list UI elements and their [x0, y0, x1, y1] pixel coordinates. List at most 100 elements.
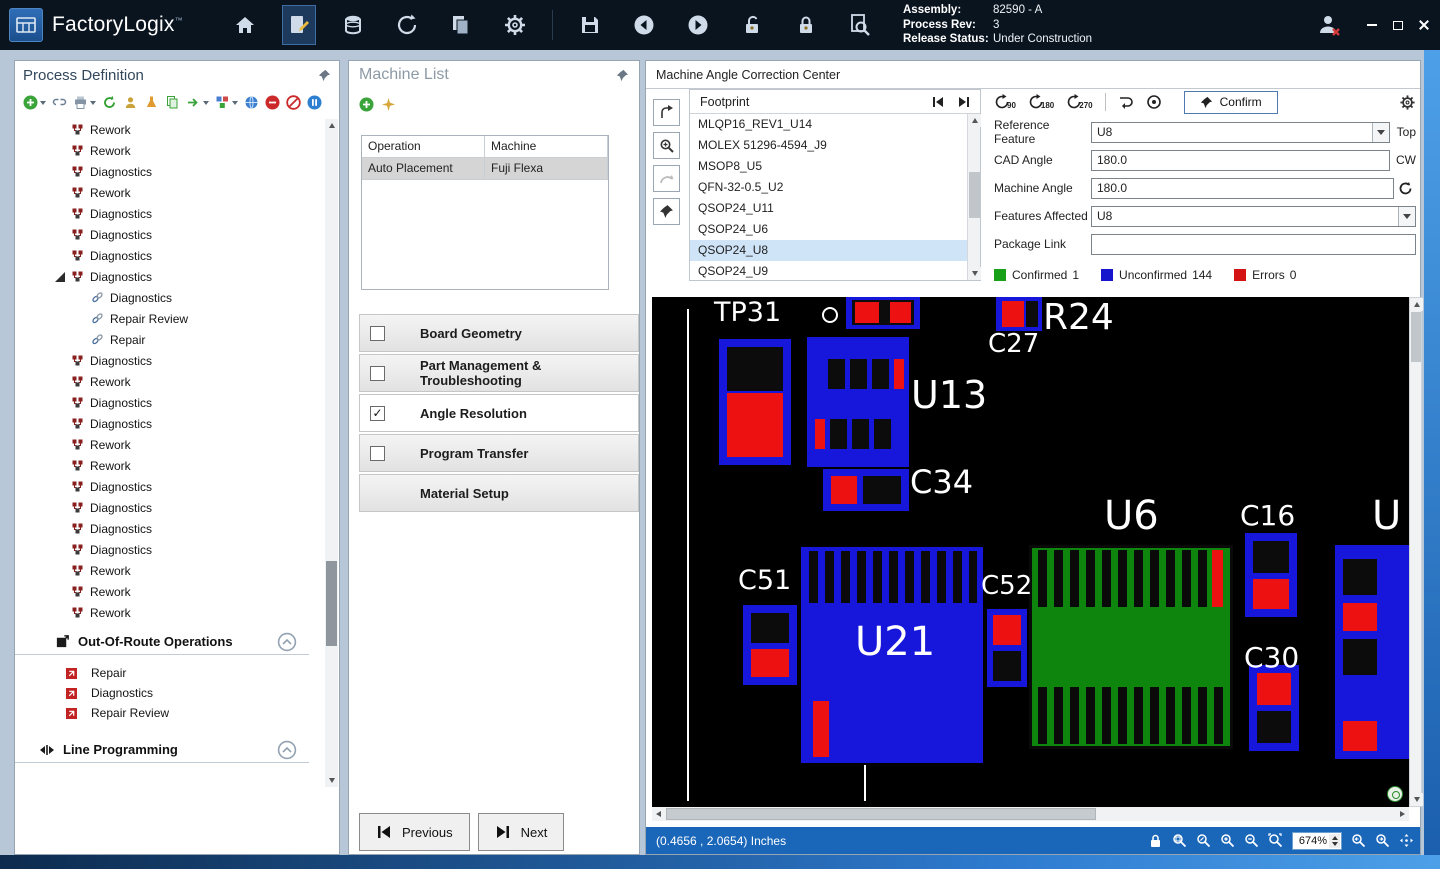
flask-icon[interactable]: [144, 95, 159, 110]
last-footprint-button[interactable]: [953, 92, 975, 111]
tree-item[interactable]: Rework: [15, 581, 327, 602]
reference-feature-select[interactable]: U8: [1091, 122, 1390, 143]
footprint-item[interactable]: QSOP24_U11: [690, 198, 967, 219]
reset-angle-icon[interactable]: [1146, 94, 1162, 110]
unlock-button[interactable]: [735, 5, 769, 45]
tree-item[interactable]: Rework: [15, 371, 327, 392]
tree-item[interactable]: Diagnostics: [15, 497, 327, 518]
materials-button[interactable]: [336, 5, 370, 45]
step-item[interactable]: Material Setup: [359, 474, 639, 512]
pin-icon[interactable]: [616, 69, 629, 82]
scrollbar-thumb[interactable]: [666, 808, 1096, 820]
scroll-up-button[interactable]: [968, 114, 981, 127]
tree-item[interactable]: Diagnostics: [15, 350, 327, 371]
tree-item[interactable]: Diagnostics: [15, 203, 327, 224]
tree-item[interactable]: Rework: [15, 140, 327, 161]
pin-footprint-icon[interactable]: [653, 198, 680, 225]
user-template-icon[interactable]: [123, 95, 138, 110]
out-of-route-item[interactable]: Diagnostics: [15, 683, 327, 703]
save-button[interactable]: [573, 5, 607, 45]
previous-button[interactable]: Previous: [359, 813, 470, 851]
forward-button[interactable]: [681, 5, 715, 45]
tree-item[interactable]: Diagnostics: [15, 224, 327, 245]
footprint-item[interactable]: QFN-32-0.5_U2: [690, 177, 967, 198]
process-tree-scrollbar[interactable]: [325, 119, 338, 787]
zoom-dynamic-icon[interactable]: [1196, 833, 1211, 848]
disable-icon[interactable]: [286, 95, 301, 110]
locate-footprint-icon[interactable]: [653, 132, 680, 159]
globe-icon[interactable]: [244, 95, 259, 110]
scroll-up-button[interactable]: [325, 119, 338, 132]
footprint-scrollbar[interactable]: [967, 114, 980, 280]
copy-icon[interactable]: [165, 95, 180, 110]
zoom-lock-icon[interactable]: [1148, 833, 1163, 848]
step-item[interactable]: Board Geometry: [359, 314, 639, 352]
zoom-previous-icon[interactable]: [1351, 833, 1366, 848]
machine-angle-input[interactable]: 180.0: [1091, 178, 1394, 199]
dropdown-caret[interactable]: [90, 101, 96, 105]
pause-icon[interactable]: [307, 95, 322, 110]
out-of-route-item[interactable]: Repair: [15, 663, 327, 683]
tree-item[interactable]: Rework: [15, 434, 327, 455]
chevron-down-icon[interactable]: [1372, 123, 1389, 142]
collapse-up-icon[interactable]: [277, 740, 297, 760]
settings-gear-icon[interactable]: [1399, 94, 1416, 111]
tree-item[interactable]: Rework: [15, 602, 327, 623]
scroll-left-button[interactable]: [652, 808, 665, 821]
edit-machine-icon[interactable]: [381, 97, 396, 112]
zoom-next-icon[interactable]: [1375, 833, 1390, 848]
viewer-horizontal-scrollbar[interactable]: [652, 807, 1409, 821]
pan-icon[interactable]: [1399, 833, 1414, 848]
footprint-item[interactable]: QSOP24_U8: [690, 240, 967, 261]
scroll-right-button[interactable]: [1396, 808, 1409, 821]
step-checkbox[interactable]: ✓: [370, 406, 385, 421]
dropdown-caret[interactable]: [232, 101, 238, 105]
step-item[interactable]: Part Management & Troubleshooting: [359, 354, 639, 392]
section-line-programming[interactable]: Line Programming: [15, 737, 309, 763]
add-operation-icon[interactable]: [23, 95, 46, 110]
process-editor-button[interactable]: [282, 5, 316, 45]
tree-item[interactable]: Diagnostics: [15, 287, 327, 308]
maximize-button[interactable]: [1386, 14, 1410, 36]
find-button[interactable]: [843, 5, 877, 45]
footprint-item[interactable]: MSOP8_U5: [690, 156, 967, 177]
step-item[interactable]: Program Transfer: [359, 434, 639, 472]
add-machine-icon[interactable]: [359, 97, 374, 112]
link-operation-icon[interactable]: [52, 95, 67, 110]
tree-item[interactable]: Rework: [15, 119, 327, 140]
tree-item[interactable]: Rework: [15, 182, 327, 203]
tree-item[interactable]: Diagnostics: [15, 266, 327, 287]
tree-item[interactable]: Diagnostics: [15, 392, 327, 413]
tree-item[interactable]: Diagnostics: [15, 518, 327, 539]
documents-button[interactable]: [444, 5, 478, 45]
cad-angle-input[interactable]: 180.0: [1091, 150, 1390, 171]
zoom-spinner[interactable]: [1329, 834, 1340, 848]
package-link-input[interactable]: [1091, 234, 1416, 255]
sync-button[interactable]: [390, 5, 424, 45]
collapse-up-icon[interactable]: [277, 632, 297, 652]
scroll-up-button[interactable]: [1410, 298, 1423, 311]
section-out-of-route[interactable]: Out-Of-Route Operations: [15, 629, 309, 655]
scroll-down-button[interactable]: [325, 774, 338, 787]
zoom-out-icon[interactable]: [1244, 833, 1259, 848]
user-logout-icon[interactable]: [1312, 5, 1346, 45]
tree-item[interactable]: Repair Review: [15, 308, 327, 329]
table-row[interactable]: Auto PlacementFuji Flexa: [362, 158, 608, 180]
rotate-selection-icon[interactable]: [653, 99, 680, 126]
machine-table-header-machine[interactable]: Machine: [485, 136, 608, 158]
lock-button[interactable]: [789, 5, 823, 45]
tree-item[interactable]: Diagnostics: [15, 161, 327, 182]
apply-rotation-icon[interactable]: [653, 165, 680, 192]
zoom-in-icon[interactable]: [1220, 833, 1235, 848]
print-icon[interactable]: [73, 95, 96, 110]
rotate-90-button[interactable]: 90: [994, 94, 1016, 110]
close-button[interactable]: [1412, 14, 1436, 36]
dropdown-caret[interactable]: [203, 101, 209, 105]
scrollbar-thumb[interactable]: [326, 561, 337, 646]
back-button[interactable]: [627, 5, 661, 45]
tree-item[interactable]: Diagnostics: [15, 539, 327, 560]
refresh-icon[interactable]: [102, 95, 117, 110]
features-affected-select[interactable]: U8: [1091, 206, 1416, 227]
refresh-angle-icon[interactable]: [1394, 181, 1416, 196]
dropdown-caret[interactable]: [40, 101, 46, 105]
